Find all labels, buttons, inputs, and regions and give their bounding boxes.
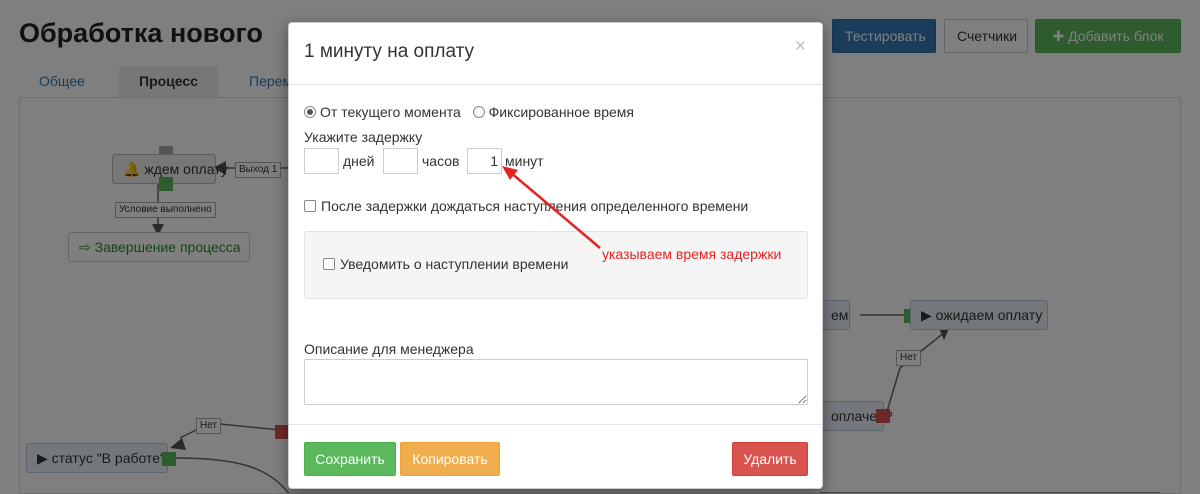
hours-input[interactable] [383, 148, 418, 174]
minutes-input[interactable] [467, 148, 502, 174]
radio-selected-icon [304, 106, 316, 118]
close-icon[interactable]: × [795, 37, 806, 57]
notify-time-checkbox[interactable]: Уведомить о наступлении времени [323, 256, 568, 272]
radio-fixed-time[interactable]: Фиксированное время [472, 104, 634, 120]
annotation-text: указываем время задержки [602, 246, 782, 262]
days-input[interactable] [304, 148, 339, 174]
checkbox-icon [304, 200, 316, 212]
description-textarea[interactable] [304, 359, 808, 405]
radio-from-current[interactable]: От текущего момента [304, 104, 461, 120]
delay-mode-group: От текущего момента Фиксированное время [304, 104, 642, 120]
delete-button[interactable]: Удалить [732, 442, 808, 476]
radio-unselected-icon [472, 106, 485, 118]
modal-footer: Сохранить Копировать Удалить [289, 424, 822, 490]
modal-title: 1 минуту на оплату [304, 41, 475, 62]
description-label: Описание для менеджера [304, 341, 474, 357]
hours-unit: часов [422, 153, 460, 169]
delay-inputs: дней часов минут [304, 148, 584, 174]
wait-after-delay-checkbox[interactable]: После задержки дождаться наступления опр… [304, 198, 748, 214]
copy-button[interactable]: Копировать [400, 442, 500, 476]
minutes-unit: минут [505, 153, 544, 169]
days-unit: дней [343, 153, 375, 169]
checkbox-icon [323, 258, 335, 270]
delay-label: Укажите задержку [304, 129, 423, 145]
save-button[interactable]: Сохранить [304, 442, 396, 476]
notify-panel: Уведомить о наступлении времени [304, 231, 808, 299]
modal-header: 1 минуту на оплату × [289, 23, 822, 85]
